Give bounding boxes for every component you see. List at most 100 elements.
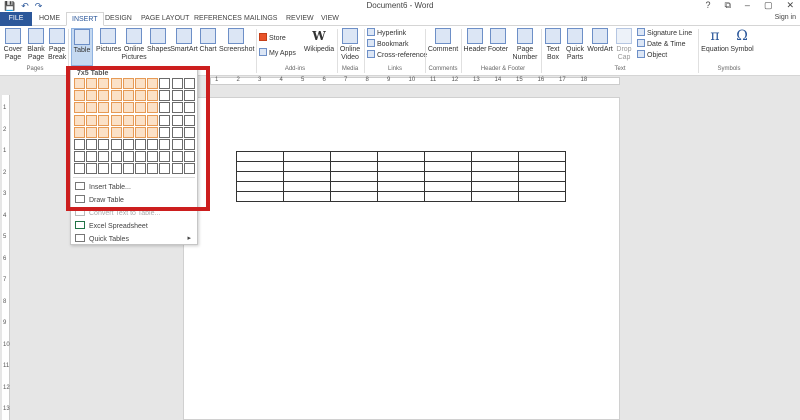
table-cell[interactable]: [471, 151, 519, 162]
close-icon[interactable]: ✕: [786, 0, 794, 11]
table-cell[interactable]: [236, 171, 284, 182]
table-cell[interactable]: [330, 181, 378, 192]
minimize-icon[interactable]: –: [745, 0, 750, 11]
ruler-mark: 7: [3, 277, 7, 283]
table-row: [236, 161, 566, 172]
media-group-label: Media: [341, 66, 359, 72]
text-box-button[interactable]: Text Box: [543, 28, 563, 62]
table-cell[interactable]: [330, 151, 378, 162]
quick-tables-menu-item[interactable]: Quick Tables: [75, 234, 129, 243]
sign-in-link[interactable]: Sign in: [775, 14, 796, 21]
table-cell[interactable]: [330, 161, 378, 172]
table-icon: [74, 29, 90, 45]
comment-button[interactable]: Comment: [427, 28, 459, 54]
tab-design[interactable]: DESIGN: [100, 12, 137, 26]
header-button[interactable]: Header: [463, 28, 487, 54]
table-cell[interactable]: [236, 161, 284, 172]
ruler-mark: 12: [3, 384, 10, 391]
pictures-button[interactable]: Pictures: [96, 28, 121, 54]
my-apps-button[interactable]: My Apps: [259, 48, 296, 59]
table-cell[interactable]: [471, 161, 519, 172]
date-time-button[interactable]: Date & Time: [637, 39, 686, 50]
screenshot-icon: [228, 28, 244, 44]
table-cell[interactable]: [377, 171, 425, 182]
vertical-ruler[interactable]: 1 2 1 2 3 4 5 6 7 8 9 10 11 12 13: [2, 95, 10, 420]
table-cell[interactable]: [330, 191, 378, 202]
pictures-icon: [100, 28, 116, 44]
ribbon-options-icon[interactable]: ⧉: [724, 0, 730, 11]
table-cell[interactable]: [377, 191, 425, 202]
date-time-icon: [637, 39, 645, 47]
table-cell[interactable]: [283, 191, 331, 202]
table-button[interactable]: Table: [71, 28, 93, 66]
document-page[interactable]: [183, 97, 620, 420]
tab-file[interactable]: FILE: [0, 12, 32, 26]
table-cell[interactable]: [518, 161, 566, 172]
chart-button[interactable]: Chart: [199, 28, 217, 54]
hyperlink-button[interactable]: Hyperlink: [367, 28, 406, 39]
tab-mailings[interactable]: MAILINGS: [239, 12, 282, 26]
table-cell[interactable]: [377, 161, 425, 172]
table-cell[interactable]: [518, 181, 566, 192]
tab-home[interactable]: HOME: [34, 12, 65, 26]
horizontal-ruler[interactable]: 1 2 3 4 5 6 7 8 9 10 11 12 13 14 15 16 17 18: [210, 77, 620, 85]
table-cell[interactable]: [424, 181, 472, 192]
ruler-mark: 11: [430, 77, 437, 83]
shapes-button[interactable]: Shapes: [147, 28, 171, 54]
table-cell[interactable]: [236, 151, 284, 162]
table-cell[interactable]: [330, 171, 378, 182]
page-number-button[interactable]: Page Number: [510, 28, 540, 62]
ruler-mark: 8: [3, 298, 7, 305]
table-cell[interactable]: [424, 191, 472, 202]
drop-cap-button[interactable]: Drop Cap: [614, 28, 634, 62]
group-separator: [698, 29, 699, 73]
help-icon[interactable]: ?: [705, 0, 710, 11]
quick-parts-button[interactable]: Quick Parts: [564, 28, 586, 62]
cover-page-icon: [5, 28, 21, 44]
equation-button[interactable]: π Equation: [701, 28, 729, 54]
document-table[interactable]: [236, 151, 566, 202]
table-cell[interactable]: [471, 181, 519, 192]
store-button[interactable]: Store: [259, 33, 286, 44]
table-cell[interactable]: [377, 151, 425, 162]
object-button[interactable]: Object: [637, 50, 667, 61]
table-cell[interactable]: [471, 171, 519, 182]
bookmark-button[interactable]: Bookmark: [367, 39, 409, 50]
online-video-button[interactable]: Online Video: [339, 28, 361, 62]
cross-reference-button[interactable]: Cross-reference: [367, 50, 427, 61]
screenshot-button[interactable]: Screenshot: [219, 28, 254, 54]
object-icon: [637, 50, 645, 58]
maximize-icon[interactable]: ▢: [764, 0, 773, 11]
table-cell[interactable]: [283, 161, 331, 172]
tab-review[interactable]: REVIEW: [281, 12, 319, 26]
tab-view[interactable]: VIEW: [316, 12, 344, 26]
signature-line-button[interactable]: Signature Line: [637, 28, 692, 39]
table-cell[interactable]: [236, 181, 284, 192]
table-cell[interactable]: [283, 171, 331, 182]
shapes-icon: [150, 28, 166, 44]
symbol-button[interactable]: Ω Symbol: [730, 28, 754, 54]
table-cell[interactable]: [424, 161, 472, 172]
wikipedia-button[interactable]: W Wikipedia: [303, 28, 335, 54]
table-cell[interactable]: [518, 171, 566, 182]
table-cell[interactable]: [518, 191, 566, 202]
table-cell[interactable]: [471, 191, 519, 202]
table-cell[interactable]: [518, 151, 566, 162]
wordart-button[interactable]: WordArt: [587, 28, 613, 54]
table-cell[interactable]: [283, 181, 331, 192]
table-cell[interactable]: [236, 191, 284, 202]
page-break-button[interactable]: Page Break: [48, 28, 66, 62]
tab-page-layout[interactable]: PAGE LAYOUT: [136, 12, 194, 26]
tab-insert[interactable]: INSERT: [66, 12, 104, 26]
blank-page-button[interactable]: Blank Page: [25, 28, 47, 62]
ruler-mark: 7: [344, 77, 348, 83]
footer-button[interactable]: Footer: [487, 28, 509, 54]
table-cell[interactable]: [424, 171, 472, 182]
excel-spreadsheet-menu-item[interactable]: Excel Spreadsheet: [75, 221, 148, 230]
cover-page-button[interactable]: Cover Page: [2, 28, 24, 62]
smartart-button[interactable]: SmartArt: [170, 28, 198, 54]
table-cell[interactable]: [424, 151, 472, 162]
table-cell[interactable]: [377, 181, 425, 192]
table-cell[interactable]: [283, 151, 331, 162]
online-pictures-button[interactable]: Online Pictures: [121, 28, 147, 62]
